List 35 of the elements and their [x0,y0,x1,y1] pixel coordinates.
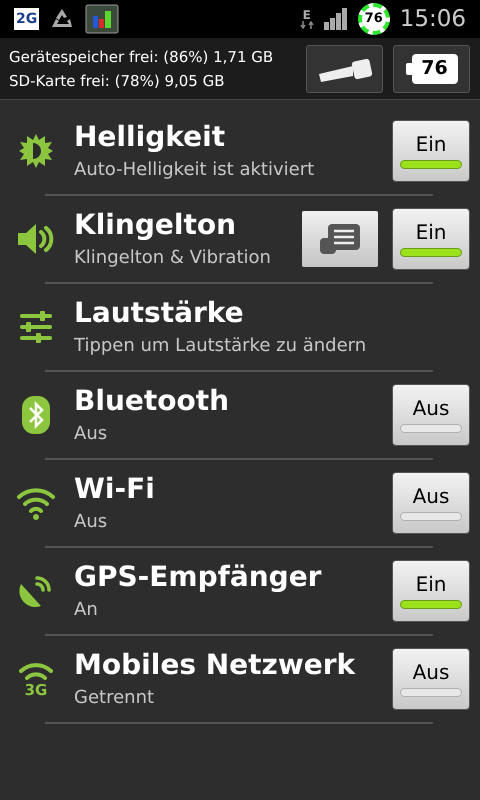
setting-title: Helligkeit [74,121,226,153]
signal-icon [324,8,348,30]
toggle-button[interactable]: Ein [392,120,470,182]
flashlight-button[interactable] [306,44,383,92]
toggle-button[interactable]: Ein [392,208,470,270]
mobile-data-indicator: E [300,9,314,29]
setting-title: Lautstärke [74,297,245,329]
setting-subtitle: Aus [74,511,108,533]
toggle-button[interactable]: Aus [392,384,470,446]
setting-title: Klingelton [74,209,238,241]
storage-info: SD-Karte frei: (78%) 9,05 GB [9,70,226,90]
setting-title: Bluetooth [74,385,230,417]
setting-subtitle: Getrennt [74,687,156,709]
storage-info: Gerätespeicher frei: (86%) 1,71 GB [9,46,274,66]
setting-title: Mobiles Netzwerk [74,649,356,681]
setting-subtitle: Aus [74,423,108,445]
bluetooth-icon [21,395,51,435]
message-list-icon [318,222,362,256]
sliders-icon [18,309,54,345]
setting-subtitle: Auto-Helligkeit ist aktiviert [74,159,316,181]
setting-subtitle: Klingelton & Vibration [74,247,272,269]
toggle-button[interactable]: Aus [392,648,470,710]
setting-title: Wi-Fi [74,473,156,505]
brightness-icon [18,133,54,169]
network-badge: 2G [14,8,40,30]
toggle-button[interactable]: Aus [392,472,470,534]
setting-title: GPS-Empfänger [74,561,322,593]
battery-indicator: 76 [358,3,390,35]
menu-button[interactable] [302,211,378,267]
battery-button[interactable]: 76 [393,44,470,92]
chart-app-icon [85,4,120,34]
setting-subtitle: Tippen um Lautstärke zu ändern [74,335,368,357]
toggle-button[interactable]: Ein [392,560,470,622]
clock: 15:06 [400,4,466,34]
setting-subtitle: An [74,599,99,621]
